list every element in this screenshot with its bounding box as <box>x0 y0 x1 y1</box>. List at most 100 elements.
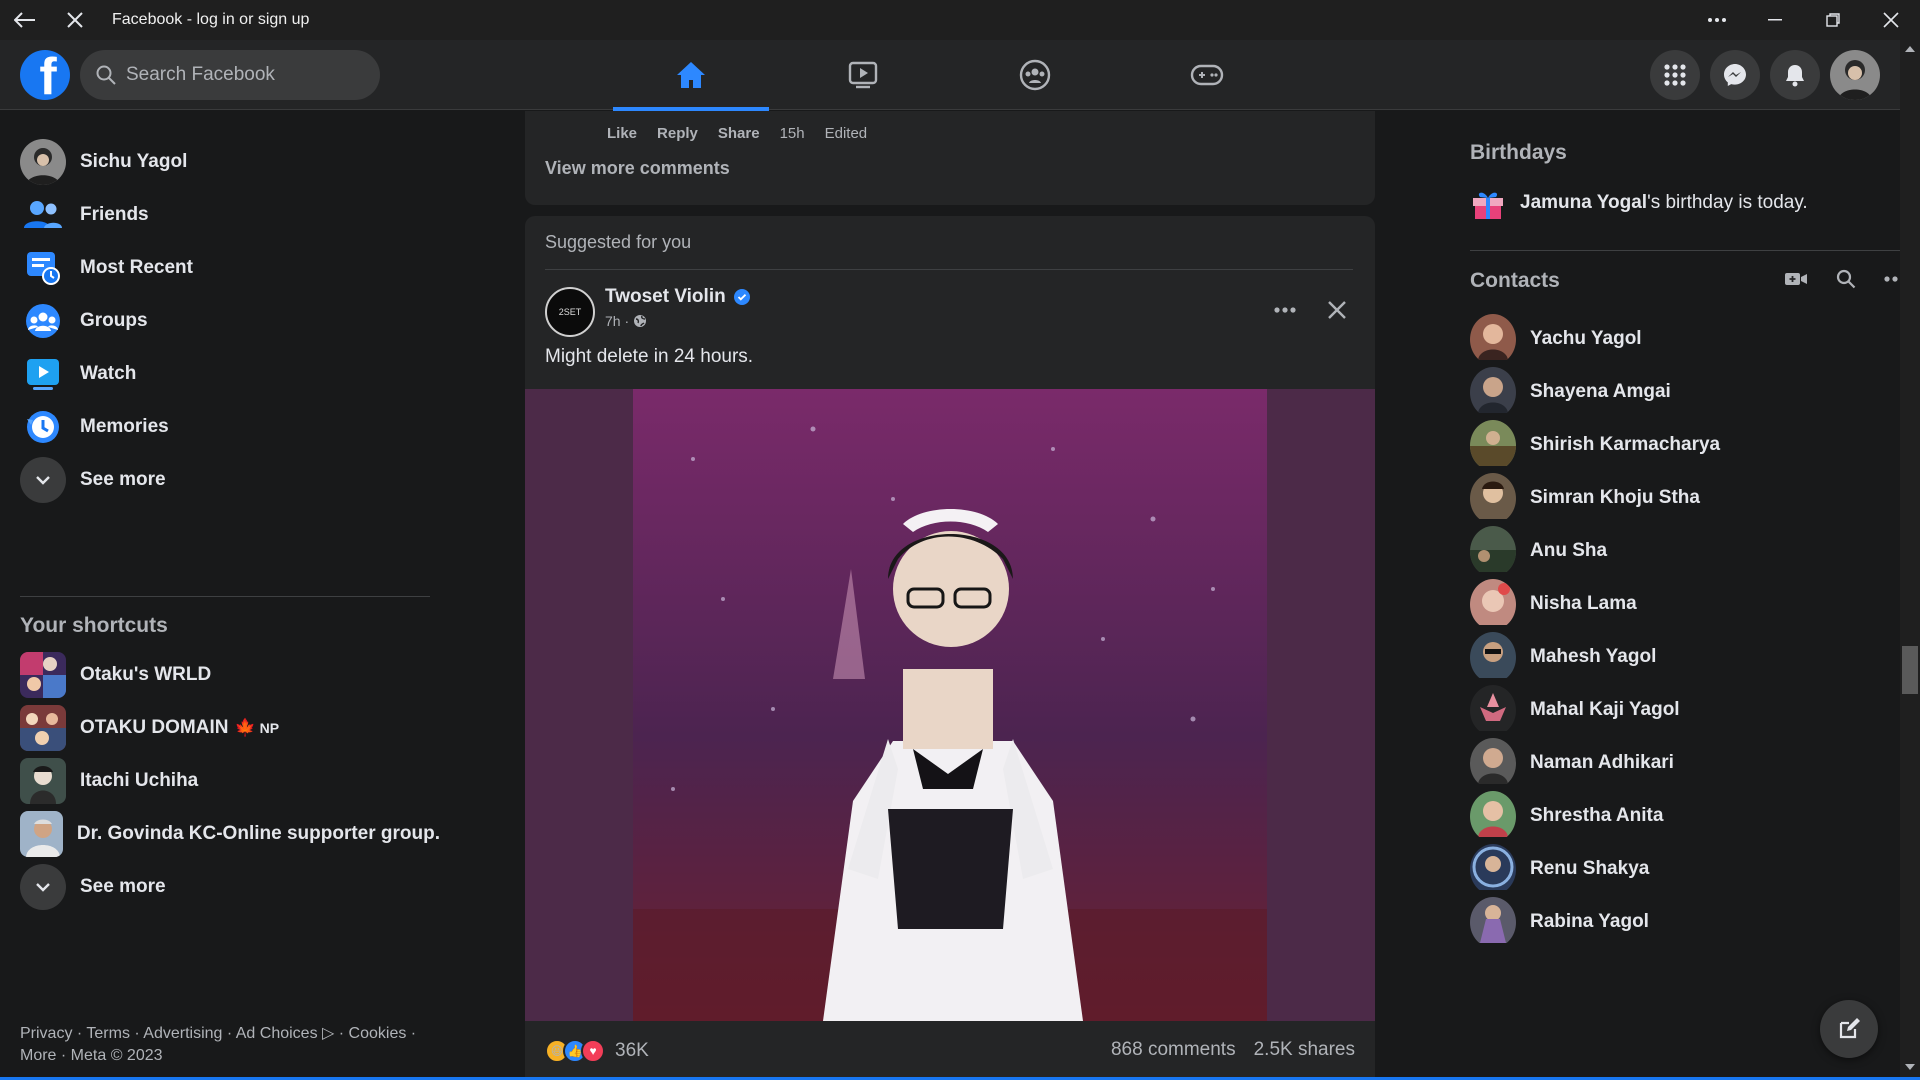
birthday-name[interactable]: Jamuna Yogal <box>1520 192 1647 213</box>
chevron-down-icon <box>20 457 66 503</box>
globe-icon <box>634 315 647 327</box>
view-more-comments-link[interactable]: View more comments <box>545 158 730 179</box>
page-scrollbar[interactable] <box>1900 40 1920 1080</box>
contact-item[interactable]: Mahal Kaji Yagol <box>1470 684 1890 736</box>
contact-item[interactable]: Renu Shakya <box>1470 843 1890 895</box>
tab-groups[interactable] <box>957 40 1113 110</box>
scrollbar-thumb[interactable] <box>1902 646 1918 694</box>
contact-avatar <box>1470 684 1516 736</box>
shortcut-item[interactable]: Itachi Uchiha <box>20 754 440 808</box>
contact-name: Shayena Amgai <box>1530 381 1671 402</box>
comment-time[interactable]: 15h <box>780 125 805 142</box>
restore-icon[interactable] <box>1804 0 1862 40</box>
sidebar-item-profile[interactable]: Sichu Yagol <box>20 135 440 189</box>
contact-item[interactable]: Naman Adhikari <box>1470 737 1890 789</box>
comment-like-button[interactable]: Like <box>607 125 637 142</box>
contact-item[interactable]: Mahesh Yagol <box>1470 631 1890 683</box>
home-icon <box>677 62 705 88</box>
contact-item[interactable]: Shirish Karmacharya <box>1470 419 1890 471</box>
shortcut-label: OTAKU DOMAIN <box>80 717 229 738</box>
contact-avatar <box>1470 472 1516 524</box>
shortcut-item[interactable]: Dr. Govinda KC-Online supporter group. <box>20 807 440 861</box>
tab-watch[interactable] <box>785 40 941 110</box>
verified-badge-icon <box>733 289 750 305</box>
facebook-logo[interactable]: f <box>20 50 70 100</box>
new-message-button[interactable] <box>1820 1000 1878 1058</box>
more-options-icon[interactable] <box>1688 0 1746 40</box>
contact-item[interactable]: Simran Khoju Stha <box>1470 472 1890 524</box>
sidebar-see-more-button[interactable]: See more <box>20 453 440 507</box>
comment-edited: Edited <box>824 125 868 142</box>
contact-item[interactable]: Yachu Yagol <box>1470 313 1890 365</box>
close-window-icon[interactable] <box>1862 0 1920 40</box>
contact-avatar <box>1470 843 1516 895</box>
contact-item[interactable]: Anu Sha <box>1470 525 1890 577</box>
comments-count[interactable]: 868 comments <box>1111 1039 1236 1061</box>
post-options-button[interactable] <box>1265 290 1305 330</box>
sidebar-item-label: Groups <box>80 310 148 331</box>
contact-avatar <box>1470 419 1516 471</box>
menu-grid-button[interactable] <box>1650 50 1700 100</box>
shortcut-item[interactable]: OTAKU DOMAIN 🍁 NP <box>20 701 440 755</box>
facebook-logo-letter: f <box>39 50 57 100</box>
most-recent-icon <box>20 245 66 291</box>
more-horizontal-icon <box>1274 307 1296 313</box>
tab-gaming[interactable] <box>1129 40 1285 110</box>
memories-icon <box>20 404 66 450</box>
watch-icon <box>20 351 66 397</box>
minimize-icon[interactable] <box>1746 0 1804 40</box>
contact-name: Naman Adhikari <box>1530 752 1674 773</box>
comment-share-button[interactable]: Share <box>718 125 760 142</box>
post-reactions[interactable]: 😆 👍 ♥ 36K <box>545 1039 649 1063</box>
shortcut-item[interactable]: Otaku's WRLD <box>20 648 440 702</box>
contact-name: Shrestha Anita <box>1530 805 1664 826</box>
contact-avatar <box>1470 578 1516 630</box>
contact-item[interactable]: Shrestha Anita <box>1470 790 1890 842</box>
sidebar-item-friends[interactable]: Friends <box>20 188 440 242</box>
sidebar-item-label: Friends <box>80 204 149 225</box>
shares-count[interactable]: 2.5K shares <box>1254 1039 1355 1061</box>
footer-links[interactable]: Privacy · Terms · Advertising · Ad Choic… <box>20 1023 440 1067</box>
post-text: Might delete in 24 hours. <box>545 346 754 367</box>
sidebar-item-watch[interactable]: Watch <box>20 347 440 401</box>
hide-post-button[interactable] <box>1317 290 1357 330</box>
birthdays-title: Birthdays <box>1470 141 1567 164</box>
search-box[interactable] <box>80 50 380 100</box>
love-reaction-icon: ♥ <box>581 1039 605 1063</box>
right-sidebar: Birthdays Jamuna Yogal's birthday is tod… <box>1450 111 1920 1080</box>
post-time[interactable]: 7h · <box>605 313 629 329</box>
contact-avatar <box>1470 896 1516 948</box>
sidebar-item-memories[interactable]: Memories <box>20 400 440 454</box>
post-photo-container[interactable] <box>525 389 1375 1021</box>
sidebar-item-groups[interactable]: Groups <box>20 294 440 348</box>
birthday-notice[interactable]: Jamuna Yogal's birthday is today. <box>1470 185 1808 221</box>
sidebar-item-label: Memories <box>80 416 169 437</box>
shortcuts-see-more-button[interactable]: See more <box>20 860 440 914</box>
tab-home[interactable] <box>613 40 769 111</box>
new-room-video-icon[interactable] <box>1784 271 1808 287</box>
stop-loading-icon[interactable] <box>50 0 100 40</box>
scroll-down-icon[interactable] <box>1905 1064 1915 1070</box>
search-input[interactable] <box>126 64 356 86</box>
contact-name: Rabina Yagol <box>1530 911 1649 932</box>
page-avatar[interactable]: 2SET <box>545 287 595 337</box>
contact-item[interactable]: Nisha Lama <box>1470 578 1890 630</box>
account-avatar[interactable] <box>1830 50 1880 100</box>
groups-nav-icon <box>1019 59 1051 91</box>
back-arrow-icon[interactable] <box>0 0 50 40</box>
video-play-icon <box>848 61 878 89</box>
sidebar-item-most-recent[interactable]: Most Recent <box>20 241 440 295</box>
search-contacts-icon[interactable] <box>1836 269 1856 289</box>
previous-post-card: 👍 😆 23 Like Reply Share 15h Edited View … <box>525 111 1375 205</box>
contact-avatar <box>1470 790 1516 842</box>
notifications-button[interactable] <box>1770 50 1820 100</box>
comment-reply-button[interactable]: Reply <box>657 125 698 142</box>
contact-name: Yachu Yagol <box>1530 328 1642 349</box>
contact-avatar <box>1470 631 1516 683</box>
post-photo[interactable] <box>633 389 1267 1021</box>
page-name[interactable]: Twoset Violin <box>605 286 726 308</box>
contact-item[interactable]: Rabina Yagol <box>1470 896 1890 948</box>
scroll-up-icon[interactable] <box>1905 46 1915 52</box>
contact-item[interactable]: Shayena Amgai <box>1470 366 1890 418</box>
messenger-button[interactable] <box>1710 50 1760 100</box>
